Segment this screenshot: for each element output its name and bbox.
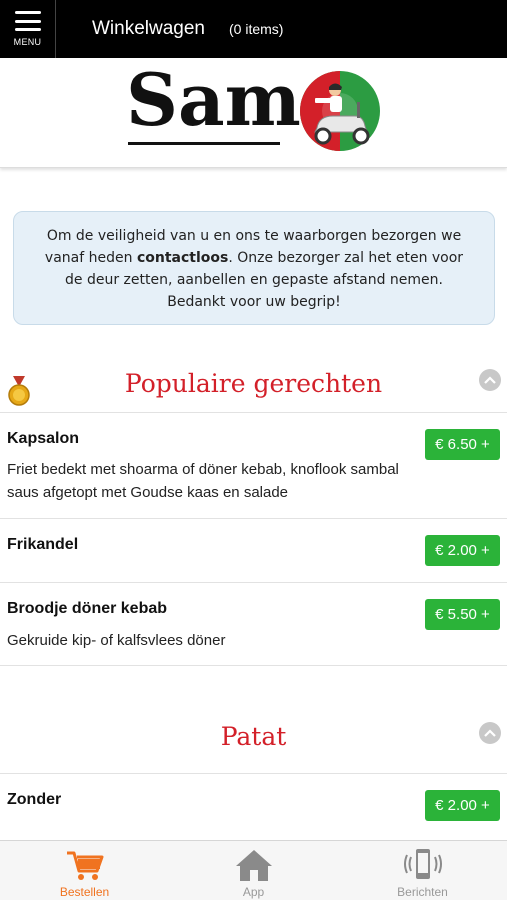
menu-item[interactable]: Frikandel € 2.00 + <box>0 518 507 582</box>
scooter-logo-icon <box>300 71 380 151</box>
collapse-section-button[interactable] <box>479 369 501 391</box>
bottom-navigation: Bestellen App Berichten <box>0 840 507 900</box>
price-button[interactable]: € 5.50 + <box>425 599 500 630</box>
section-title-patat: Patat <box>220 722 287 751</box>
nav-label: Berichten <box>397 885 448 899</box>
cart-title[interactable]: Winkelwagen <box>92 18 205 40</box>
logo-banner: Sam <box>0 58 507 168</box>
cart-count[interactable]: (0 items) <box>229 21 283 37</box>
contactless-notice: Om de veiligheid van u en ons te waarbor… <box>13 211 495 325</box>
notice-text-bold: contactloos <box>136 250 229 266</box>
nav-bestellen[interactable]: Bestellen <box>0 841 169 900</box>
item-name: Frikandel <box>7 536 79 553</box>
chevron-up-icon <box>484 729 496 737</box>
item-description: Gekruide kip- of kalfsvlees döner <box>7 632 226 649</box>
logo-underline <box>128 142 280 145</box>
hamburger-icon <box>14 11 41 31</box>
home-icon <box>235 850 272 881</box>
nav-app[interactable]: App <box>169 841 338 900</box>
item-name: Broodje döner kebab <box>7 600 168 617</box>
menu-item[interactable]: Kapsalon Friet bedekt met shoarma of dön… <box>0 412 507 518</box>
price-button[interactable]: € 2.00 + <box>425 535 500 566</box>
menu-label: MENU <box>13 37 42 47</box>
menu-item[interactable]: Broodje döner kebab Gekruide kip- of kal… <box>0 582 507 666</box>
section-title-populaire: Populaire gerechten <box>124 369 383 398</box>
chevron-up-icon <box>484 376 496 384</box>
top-bar: MENU Winkelwagen (0 items) <box>0 0 507 58</box>
menu-item[interactable]: Zonder € 2.00 + <box>0 773 507 840</box>
cart-icon <box>66 851 103 880</box>
item-name: Zonder <box>7 791 62 808</box>
price-button[interactable]: € 6.50 + <box>425 429 500 460</box>
menu-button[interactable]: MENU <box>0 0 56 58</box>
phone-vibrate-icon <box>403 849 442 879</box>
price-button[interactable]: € 2.00 + <box>425 790 500 821</box>
item-description: Friet bedekt met shoarma of döner kebab,… <box>7 461 399 501</box>
nav-label: App <box>242 885 265 899</box>
nav-label: Bestellen <box>59 885 110 899</box>
nav-berichten[interactable]: Berichten <box>338 841 507 900</box>
item-name: Kapsalon <box>7 430 80 447</box>
logo-text: Sam <box>126 57 301 142</box>
collapse-section-button[interactable] <box>479 722 501 744</box>
